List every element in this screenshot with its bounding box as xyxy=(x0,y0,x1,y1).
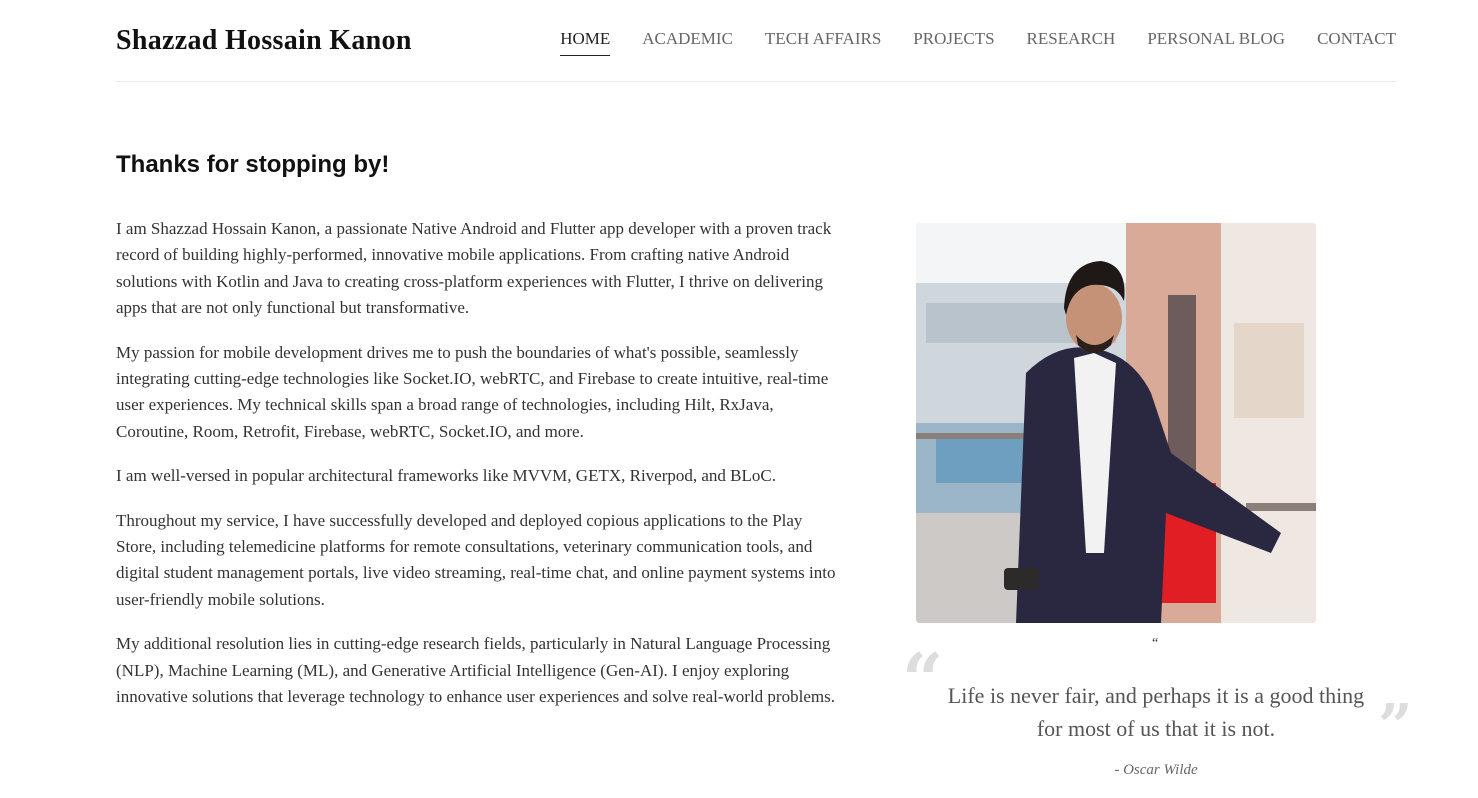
bio-paragraph: I am Shazzad Hossain Kanon, a passionate… xyxy=(116,219,832,318)
site-header: Shazzad Hossain Kanon HOME ACADEMIC TECH… xyxy=(116,0,1396,82)
nav-tech-affairs[interactable]: TECH AFFAIRS xyxy=(765,28,881,56)
main-nav: HOME ACADEMIC TECH AFFAIRS PROJECTS RESE… xyxy=(560,28,1396,56)
bio-paragraph: My additional resolution lies in cutting… xyxy=(116,634,835,707)
bio-paragraph: Throughout my service, I have successful… xyxy=(116,510,836,609)
page-heading: Thanks for stopping by! xyxy=(116,151,390,178)
nav-projects[interactable]: PROJECTS xyxy=(913,28,994,56)
site-title[interactable]: Shazzad Hossain Kanon xyxy=(116,24,412,58)
quote-author: - Oscar Wilde xyxy=(1114,762,1198,778)
bio-paragraph: I am well-versed in popular architectura… xyxy=(116,466,776,486)
nav-home[interactable]: HOME xyxy=(560,28,611,56)
close-quote-icon: ” xyxy=(1378,692,1413,762)
bio-paragraph: My passion for mobile development drives… xyxy=(116,342,829,441)
bio-section: I am Shazzad Hossain Kanon, a passionate… xyxy=(116,216,846,729)
nav-academic[interactable]: ACADEMIC xyxy=(642,28,733,56)
profile-photo-illustration xyxy=(916,223,1316,623)
nav-research[interactable]: RESEARCH xyxy=(1027,28,1116,56)
nav-personal-blog[interactable]: PERSONAL BLOG xyxy=(1147,28,1285,56)
open-quote-icon: “ xyxy=(902,637,944,722)
quote-mark-small: “ xyxy=(1152,636,1159,651)
profile-photo xyxy=(916,223,1316,623)
quote-text: Life is never fair, and perhaps it is a … xyxy=(947,683,1365,741)
nav-contact[interactable]: CONTACT xyxy=(1317,28,1396,56)
